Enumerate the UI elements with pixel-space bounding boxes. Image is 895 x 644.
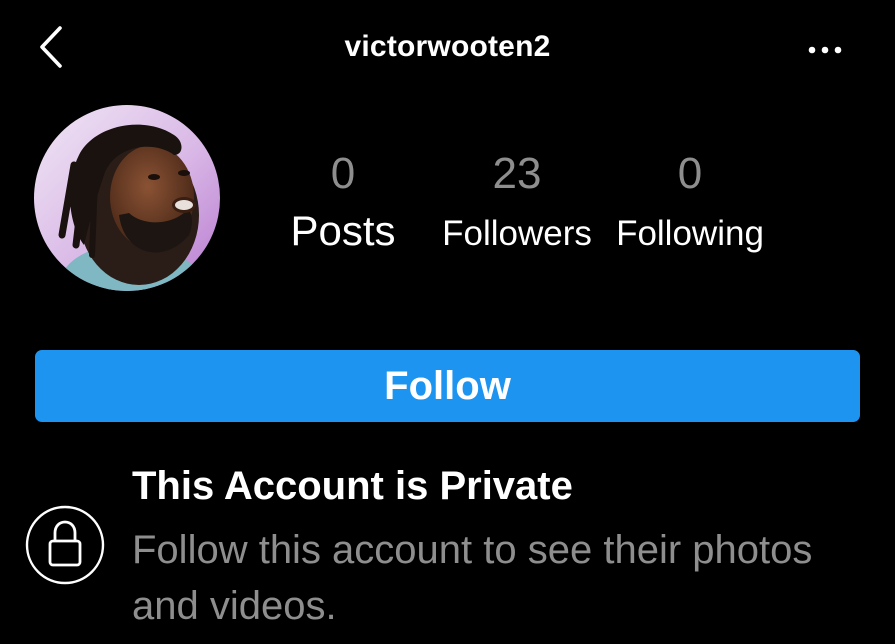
posts-count: 0 — [330, 149, 356, 198]
followers-count: 23 — [492, 149, 542, 198]
stat-following[interactable]: 0 Following — [605, 152, 775, 255]
stat-posts[interactable]: 0 Posts — [273, 152, 413, 254]
avatar[interactable] — [34, 105, 220, 291]
lock-icon — [25, 505, 105, 585]
more-options-button[interactable] — [800, 38, 850, 62]
private-account-description: Follow this account to see their photos … — [132, 528, 813, 628]
profile-photo — [34, 105, 220, 291]
follow-button[interactable]: Follow — [35, 350, 860, 422]
following-label: Following — [616, 214, 764, 253]
private-account-title: This Account is Private — [132, 464, 573, 508]
followers-label: Followers — [442, 214, 592, 253]
profile-username: victorwooten2 — [344, 30, 551, 63]
following-count: 0 — [677, 149, 703, 198]
posts-label: Posts — [290, 207, 396, 254]
more-horizontal-icon — [808, 46, 842, 54]
stat-followers[interactable]: 23 Followers — [432, 152, 602, 255]
